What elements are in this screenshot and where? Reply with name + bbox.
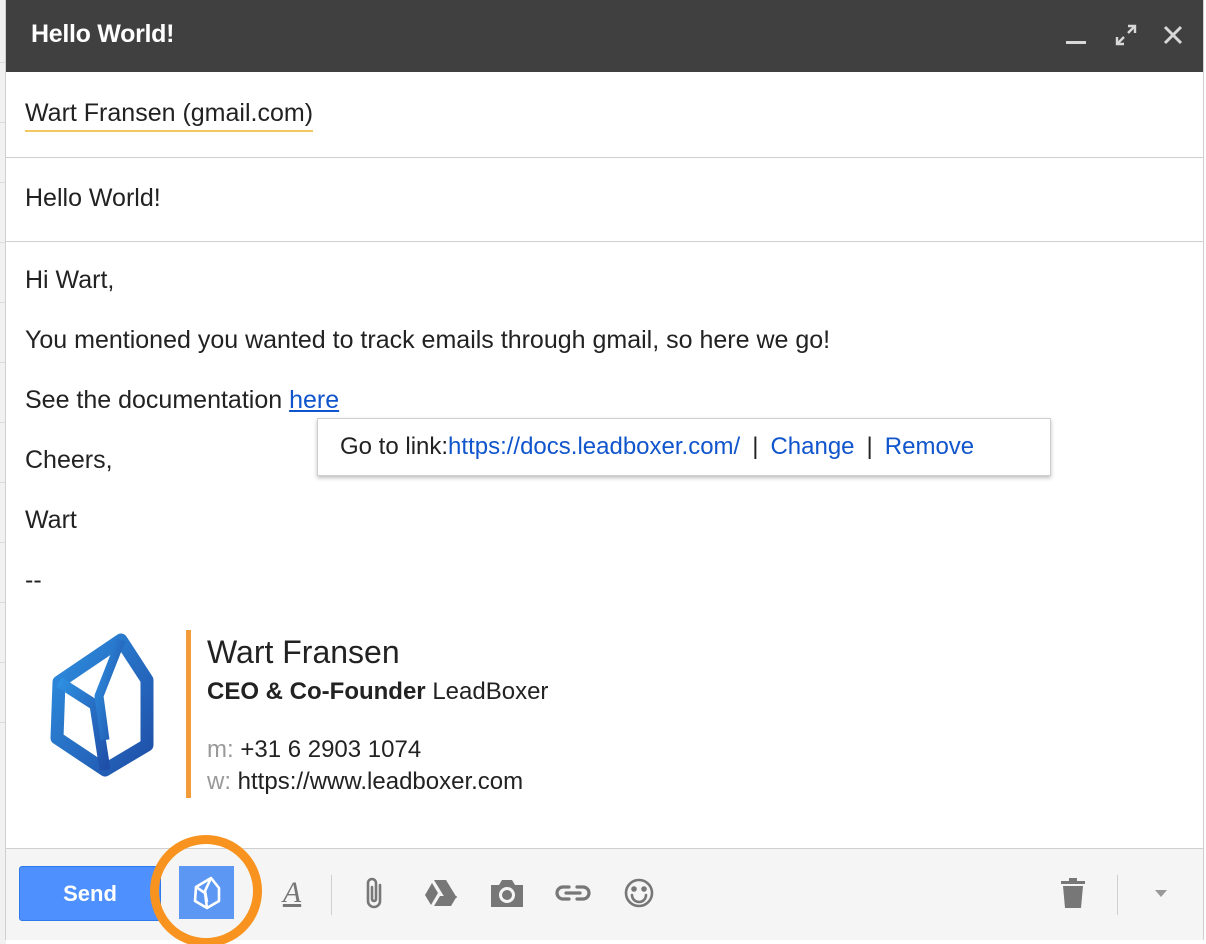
discard-draft-icon[interactable]: [1051, 871, 1095, 915]
signature-company: LeadBoxer: [425, 678, 549, 705]
sender-text: Wart: [25, 506, 77, 534]
web-url[interactable]: https://www.leadboxer.com: [231, 768, 523, 795]
signature-name: Wart Fransen: [207, 634, 400, 670]
signature-separator: --: [25, 566, 42, 594]
to-field[interactable]: Wart Fransen (gmail.com): [6, 72, 1203, 158]
body-line: You mentioned you wanted to track emails…: [25, 326, 831, 354]
signature-accent-bar: [186, 630, 191, 798]
go-to-link[interactable]: https://docs.leadboxer.com/: [448, 433, 740, 461]
format-a-glyph: A: [282, 876, 302, 909]
subject-input[interactable]: Hello World!: [25, 184, 161, 213]
insert-emoji-icon[interactable]: [617, 871, 661, 915]
compose-toolbar: Send A: [6, 835, 1203, 944]
compose-window: Hello World! Wart Fransen (gmail.com) He…: [5, 0, 1204, 944]
mobile-label: m:: [207, 736, 234, 763]
insert-link-icon[interactable]: [551, 871, 595, 915]
link-popup-label: Go to link:: [340, 433, 449, 460]
mobile-number: +31 6 2903 1074: [233, 736, 422, 763]
toolbar-divider: [331, 875, 332, 915]
change-link-button[interactable]: Change: [770, 433, 854, 461]
subject-field[interactable]: Hello World!: [6, 158, 1203, 242]
signature-web: w: https://www.leadboxer.com: [207, 768, 523, 796]
remove-link-button[interactable]: Remove: [885, 433, 974, 461]
web-label: w:: [207, 768, 231, 795]
minimize-icon[interactable]: [1061, 20, 1091, 50]
popup-separator: |: [752, 433, 759, 460]
close-icon[interactable]: [1158, 20, 1188, 50]
toolbar-divider: [1117, 875, 1118, 915]
message-body[interactable]: Hi Wart, You mentioned you wanted to tra…: [25, 242, 1195, 848]
closing-text: Cheers,: [25, 446, 113, 474]
formatting-options-icon[interactable]: A: [270, 871, 314, 915]
body-line-with-link: See the documentation here: [25, 386, 339, 415]
highlight-circle: [150, 835, 262, 944]
more-options-chevron-down-icon[interactable]: [1139, 871, 1183, 915]
google-drive-icon[interactable]: [418, 871, 462, 915]
compose-title: Hello World!: [31, 20, 175, 48]
leadboxer-logo-icon: [47, 630, 157, 780]
attach-file-icon[interactable]: [352, 871, 396, 915]
signature-title: CEO & Co-Founder LeadBoxer: [207, 678, 548, 706]
insert-photo-icon[interactable]: [485, 871, 529, 915]
expand-icon[interactable]: [1111, 20, 1141, 50]
greeting-text: Hi Wart,: [25, 266, 115, 294]
popup-separator: |: [866, 433, 873, 460]
send-button[interactable]: Send: [19, 866, 161, 921]
signature-mobile: m: +31 6 2903 1074: [207, 736, 421, 764]
documentation-link[interactable]: here: [289, 386, 339, 414]
link-popup: Go to link: https://docs.leadboxer.com/ …: [317, 418, 1051, 476]
compose-titlebar[interactable]: Hello World!: [6, 0, 1203, 72]
recipient-chip[interactable]: Wart Fransen (gmail.com): [25, 99, 314, 132]
body-line-text: See the documentation: [25, 386, 290, 414]
signature-role: CEO & Co-Founder: [207, 678, 426, 705]
